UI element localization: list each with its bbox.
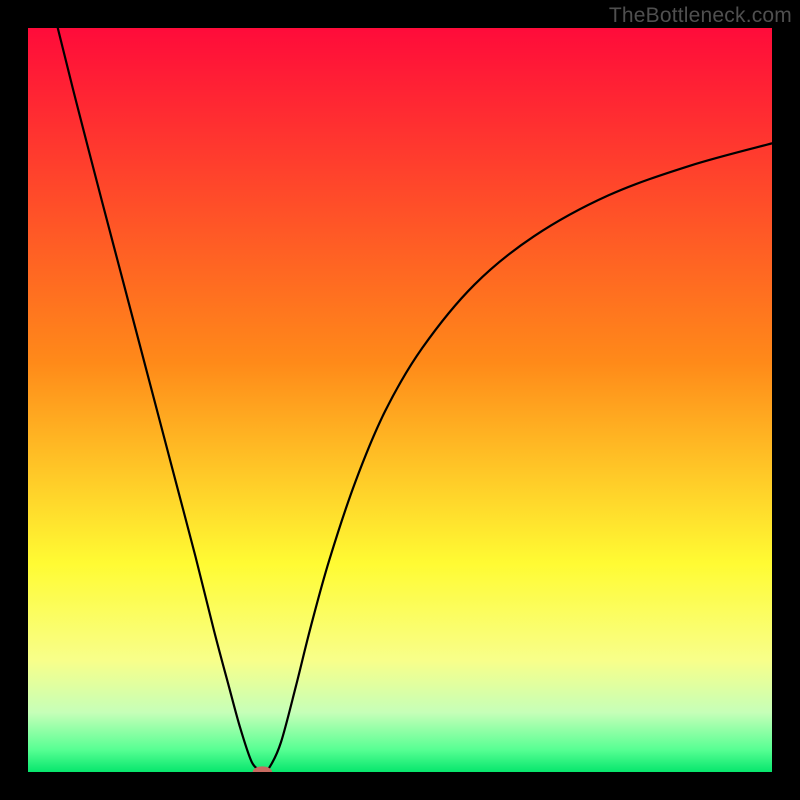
chart-frame: TheBottleneck.com <box>0 0 800 800</box>
gradient-background <box>28 28 772 772</box>
chart-svg <box>28 28 772 772</box>
watermark-text: TheBottleneck.com <box>609 4 792 28</box>
plot-area <box>28 28 772 772</box>
